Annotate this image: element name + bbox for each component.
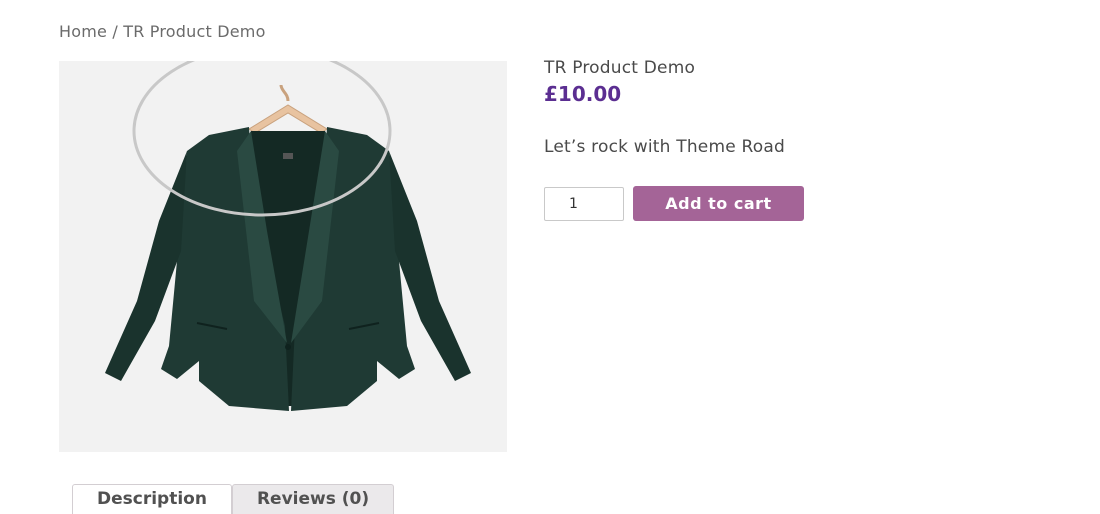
hanger-bar xyxy=(248,104,328,134)
quantity-input[interactable] xyxy=(544,186,624,221)
product-title: TR Product Demo xyxy=(544,58,696,78)
hanger-hook xyxy=(279,84,290,102)
product-image[interactable] xyxy=(59,61,507,452)
breadcrumb: Home / TR Product Demo xyxy=(59,22,266,41)
jacket-label xyxy=(283,153,293,159)
add-to-cart-button[interactable]: Add to cart xyxy=(633,186,804,221)
product-price: £10.00 xyxy=(544,82,622,106)
tab-description[interactable]: Description xyxy=(72,484,232,514)
product-tabs: Description Reviews (0) xyxy=(72,484,395,514)
product-summary: TR Product Demo £10.00 Let’s rock with T… xyxy=(544,57,1064,221)
product-short-description: Let’s rock with Theme Road xyxy=(544,137,785,157)
breadcrumb-current: TR Product Demo xyxy=(123,22,266,41)
jacket-button xyxy=(285,344,291,350)
breadcrumb-home-link[interactable]: Home xyxy=(59,22,107,41)
breadcrumb-separator: / xyxy=(107,22,124,41)
add-to-cart-form: Add to cart xyxy=(544,186,804,221)
tab-reviews[interactable]: Reviews (0) xyxy=(231,484,395,514)
jacket-on-hanger-image xyxy=(105,61,471,411)
